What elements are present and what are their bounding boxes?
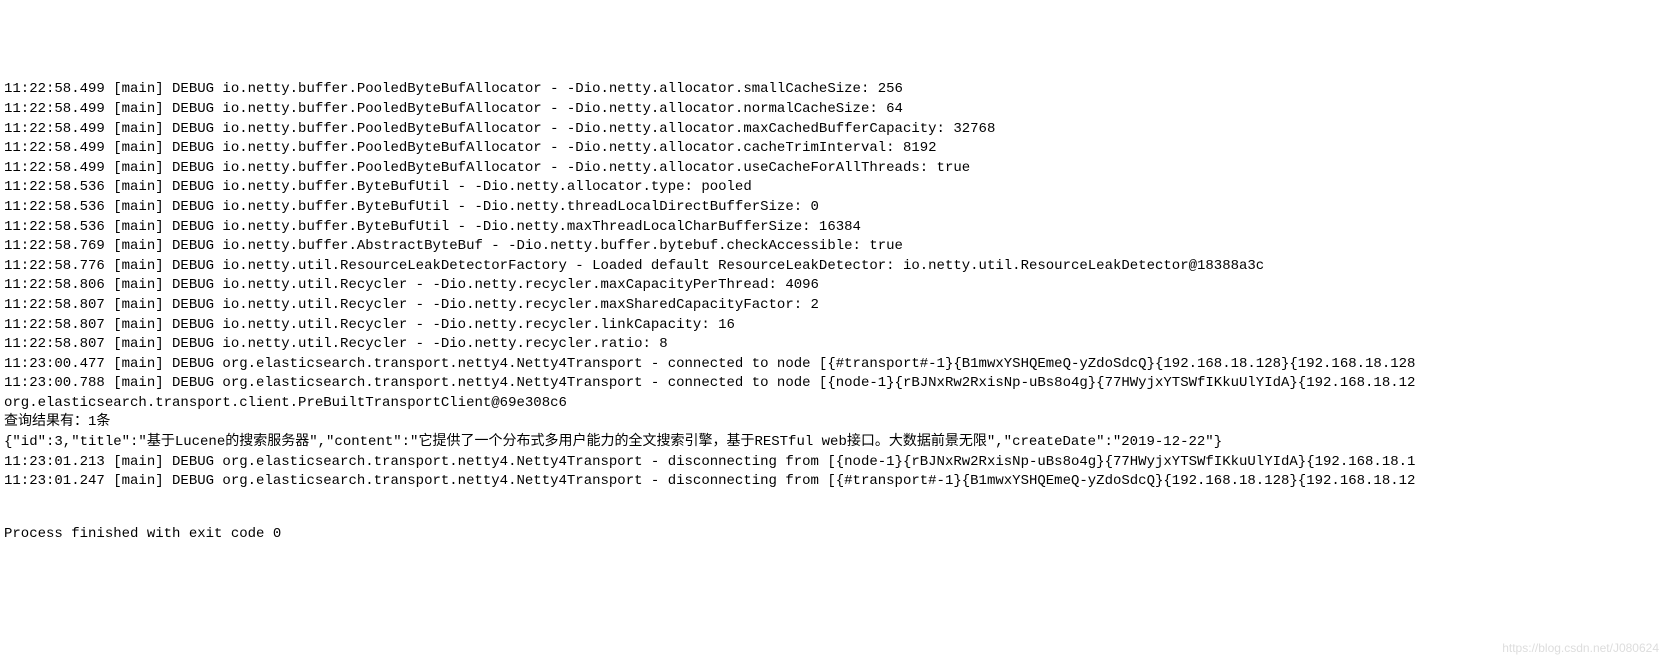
log-line: 11:23:01.213 [main] DEBUG org.elasticsea… <box>4 453 1675 473</box>
log-line: 查询结果有：1条 <box>4 413 1675 433</box>
console-output[interactable]: 11:22:58.499 [main] DEBUG io.netty.buffe… <box>4 80 1675 491</box>
log-line: 11:22:58.536 [main] DEBUG io.netty.buffe… <box>4 178 1675 198</box>
log-line: 11:22:58.499 [main] DEBUG io.netty.buffe… <box>4 80 1675 100</box>
log-line: 11:22:58.499 [main] DEBUG io.netty.buffe… <box>4 159 1675 179</box>
log-line: org.elasticsearch.transport.client.PreBu… <box>4 394 1675 414</box>
log-line: 11:22:58.536 [main] DEBUG io.netty.buffe… <box>4 198 1675 218</box>
log-line: 11:23:01.247 [main] DEBUG org.elasticsea… <box>4 472 1675 492</box>
log-line: 11:22:58.499 [main] DEBUG io.netty.buffe… <box>4 139 1675 159</box>
log-line: 11:22:58.807 [main] DEBUG io.netty.util.… <box>4 296 1675 316</box>
log-line: 11:22:58.776 [main] DEBUG io.netty.util.… <box>4 257 1675 277</box>
log-line: 11:22:58.769 [main] DEBUG io.netty.buffe… <box>4 237 1675 257</box>
log-line: 11:22:58.536 [main] DEBUG io.netty.buffe… <box>4 218 1675 238</box>
log-line: 11:22:58.807 [main] DEBUG io.netty.util.… <box>4 316 1675 336</box>
log-line: 11:22:58.499 [main] DEBUG io.netty.buffe… <box>4 120 1675 140</box>
log-line: 11:22:58.499 [main] DEBUG io.netty.buffe… <box>4 100 1675 120</box>
log-line: 11:22:58.807 [main] DEBUG io.netty.util.… <box>4 335 1675 355</box>
process-finished-line: Process finished with exit code 0 <box>4 525 1675 545</box>
log-line: {"id":3,"title":"基于Lucene的搜索服务器","conten… <box>4 433 1675 453</box>
log-line: 11:23:00.477 [main] DEBUG org.elasticsea… <box>4 355 1675 375</box>
log-line: 11:22:58.806 [main] DEBUG io.netty.util.… <box>4 276 1675 296</box>
watermark-text: https://blog.csdn.net/J080624 <box>1502 640 1659 657</box>
log-line: 11:23:00.788 [main] DEBUG org.elasticsea… <box>4 374 1675 394</box>
